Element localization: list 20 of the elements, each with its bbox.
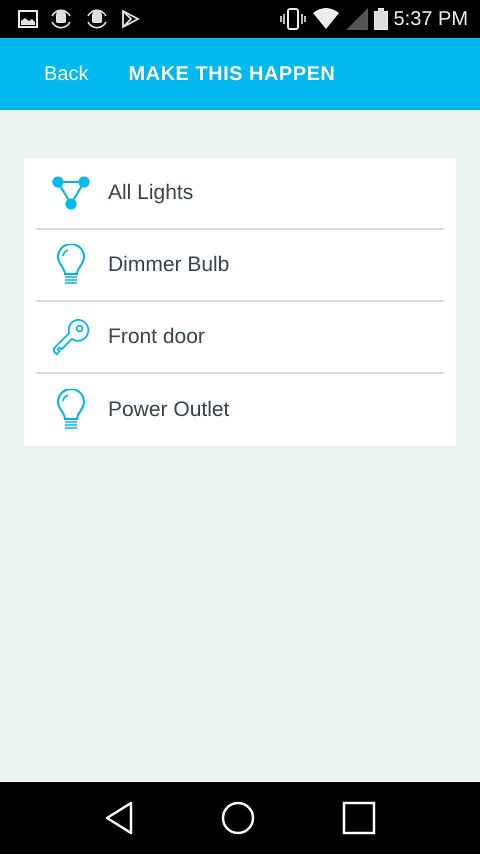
wifi-icon <box>312 8 340 30</box>
device-item[interactable]: Dimmer Bulb <box>36 230 444 302</box>
screen-title: MAKE THIS HAPPEN <box>128 62 336 86</box>
battery-icon <box>374 8 388 30</box>
device-name: Front door <box>108 325 205 349</box>
image-icon <box>18 10 38 28</box>
home-icon[interactable] <box>220 801 255 835</box>
device-name: Dimmer Bulb <box>108 253 230 277</box>
key-icon <box>52 317 90 357</box>
network-icon <box>52 176 90 210</box>
vibrate-icon <box>280 7 306 31</box>
device-name: All Lights <box>108 181 194 205</box>
device-item[interactable]: All Lights <box>36 158 444 230</box>
signal-icon <box>346 8 368 30</box>
recents-icon[interactable] <box>342 801 376 835</box>
device-item[interactable]: Power Outlet <box>36 374 444 446</box>
clock: 5:37 PM <box>394 8 468 30</box>
back-icon[interactable] <box>104 801 134 835</box>
device-item[interactable]: Front door <box>36 302 444 374</box>
device-name: Power Outlet <box>108 398 230 422</box>
